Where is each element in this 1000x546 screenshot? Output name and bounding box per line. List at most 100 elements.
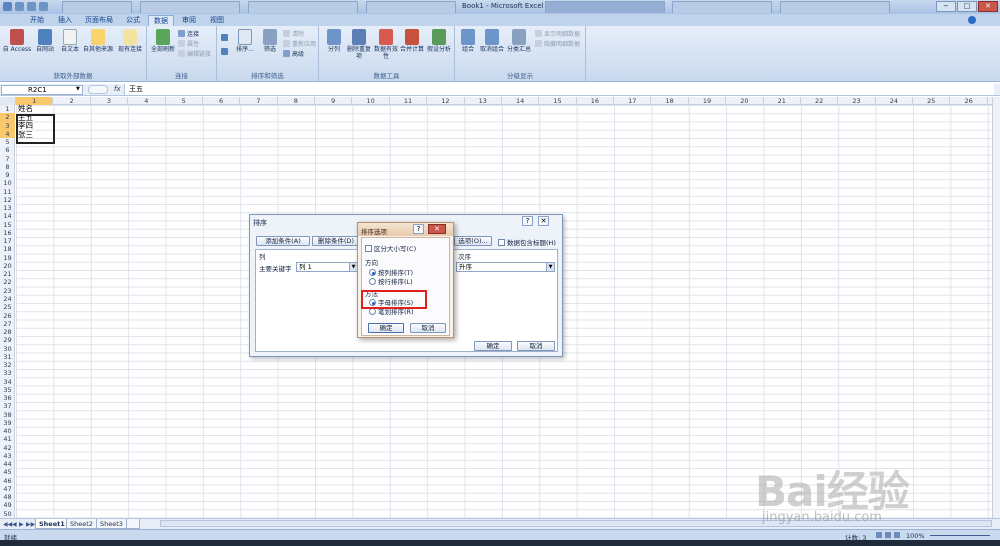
options-close-button[interactable]: ✕	[428, 224, 446, 234]
properties-button[interactable]: 属性	[178, 40, 199, 49]
row-header[interactable]: 13	[0, 204, 15, 212]
from-other-button[interactable]: 自其他来源	[83, 29, 113, 53]
row-header[interactable]: 7	[0, 155, 15, 163]
row-header[interactable]: 6	[0, 146, 15, 154]
row-header[interactable]: 40	[0, 427, 15, 435]
row-header[interactable]: 42	[0, 444, 15, 452]
options-ok-button[interactable]: 确定	[368, 323, 404, 333]
sort-close-button[interactable]: ✕	[538, 216, 549, 226]
undo-icon[interactable]	[27, 2, 36, 11]
row-header[interactable]: 49	[0, 501, 15, 509]
column-header[interactable]: 13	[465, 97, 502, 105]
row-header[interactable]: 26	[0, 312, 15, 320]
remove-duplicates-button[interactable]: 删除重复项	[346, 29, 372, 60]
formula-input[interactable]: 王五	[124, 84, 994, 95]
column-header[interactable]: 6	[203, 97, 241, 105]
row-header[interactable]: 25	[0, 303, 15, 311]
sort-za-button[interactable]	[221, 48, 230, 57]
data-validation-button[interactable]: 数据有效性	[373, 29, 399, 60]
row-header[interactable]: 45	[0, 468, 15, 476]
row-header[interactable]: 29	[0, 336, 15, 344]
taskbar-window-tab[interactable]	[545, 1, 665, 13]
row-header[interactable]: 47	[0, 485, 15, 493]
prev-sheet-button[interactable]: ◀	[12, 521, 17, 528]
row-header[interactable]: 44	[0, 460, 15, 468]
case-sensitive-checkbox[interactable]: 区分大小写(C)	[365, 243, 416, 253]
column-header[interactable]: 23	[838, 97, 876, 105]
taskbar-window-tab[interactable]	[366, 1, 456, 13]
row-header[interactable]: 23	[0, 287, 15, 295]
refresh-all-button[interactable]: 全部刷新	[150, 29, 176, 53]
row-header[interactable]: 33	[0, 369, 15, 377]
taskbar-window-tab[interactable]	[248, 1, 358, 13]
tab-view[interactable]: 视图	[204, 15, 230, 26]
sort-options-button[interactable]: 选项(O)...	[454, 236, 492, 246]
row-header[interactable]: 2	[0, 113, 15, 122]
from-text-button[interactable]: 自文本	[58, 29, 82, 53]
what-if-button[interactable]: 假设分析	[425, 29, 453, 53]
column-header[interactable]: 20	[726, 97, 764, 105]
row-header[interactable]: 12	[0, 196, 15, 204]
cell-r1c1[interactable]: 姓名	[16, 105, 33, 113]
row-header[interactable]: 9	[0, 171, 15, 179]
sort-by-row-radio[interactable]: 按行排序(L)	[369, 276, 413, 286]
close-button[interactable]: ✕	[978, 1, 998, 12]
reapply-button[interactable]: 重新应用	[283, 40, 316, 49]
tab-review[interactable]: 审阅	[176, 15, 202, 26]
insert-function-button[interactable]: fx	[114, 85, 121, 93]
column-header[interactable]: 22	[801, 97, 839, 105]
taskbar-window-tab[interactable]	[62, 1, 132, 13]
taskbar-window-tab[interactable]	[140, 1, 240, 13]
delete-level-button[interactable]: 删除条件(D)	[312, 236, 360, 246]
name-box-dropdown-icon[interactable]: ▼	[76, 86, 80, 92]
clear-filter-button[interactable]: 清除	[283, 30, 304, 39]
row-header[interactable]: 46	[0, 477, 15, 485]
sheet-tab-3[interactable]: Sheet3	[96, 519, 127, 529]
column-header[interactable]: 8	[278, 97, 316, 105]
formula-expand-button[interactable]	[88, 85, 108, 94]
row-header[interactable]: 1	[0, 105, 15, 113]
row-header[interactable]: 37	[0, 402, 15, 410]
row-header[interactable]: 43	[0, 452, 15, 460]
name-box[interactable]: R2C1	[1, 85, 83, 95]
row-header[interactable]: 15	[0, 221, 15, 229]
column-header[interactable]: 9	[315, 97, 353, 105]
sheet-tab-2[interactable]: Sheet2	[66, 519, 97, 529]
row-header[interactable]: 34	[0, 378, 15, 386]
row-header[interactable]: 41	[0, 435, 15, 443]
row-header[interactable]: 38	[0, 411, 15, 419]
row-header[interactable]: 18	[0, 245, 15, 253]
add-level-button[interactable]: 添加条件(A)	[256, 236, 310, 246]
sort-help-button[interactable]: ?	[522, 216, 533, 226]
consolidate-button[interactable]: 合并计算	[399, 29, 425, 53]
column-header[interactable]: 16	[577, 97, 615, 105]
column-header[interactable]: 7	[240, 97, 278, 105]
column-header[interactable]: 19	[689, 97, 727, 105]
row-header[interactable]: 14	[0, 212, 15, 220]
column-header[interactable]: 24	[876, 97, 914, 105]
sheet-tab-1[interactable]: Sheet1	[35, 519, 69, 529]
row-header[interactable]: 27	[0, 320, 15, 328]
maximize-button[interactable]: □	[957, 1, 977, 12]
row-header[interactable]: 17	[0, 237, 15, 245]
first-sheet-button[interactable]: ◀◀	[3, 521, 12, 528]
row-header[interactable]: 50	[0, 510, 15, 518]
row-header[interactable]: 28	[0, 328, 15, 336]
text-to-columns-button[interactable]: 分列	[323, 29, 345, 53]
column-header[interactable]: 21	[764, 97, 801, 105]
column-header[interactable]: 11	[390, 97, 428, 105]
column-header[interactable]: 12	[427, 97, 465, 105]
column-header[interactable]: 15	[539, 97, 577, 105]
column-header[interactable]: 3	[91, 97, 129, 105]
row-header[interactable]: 35	[0, 386, 15, 394]
zoom-slider[interactable]	[930, 535, 990, 536]
row-header[interactable]: 48	[0, 493, 15, 501]
row-header[interactable]: 8	[0, 163, 15, 171]
primary-key-select[interactable]: 列 1 ▼	[296, 262, 358, 272]
page-layout-view-icon[interactable]	[885, 532, 891, 538]
row-header[interactable]: 36	[0, 394, 15, 402]
insert-sheet-icon[interactable]	[126, 519, 140, 529]
normal-view-icon[interactable]	[876, 532, 882, 538]
order-select[interactable]: 升序 ▼	[456, 262, 555, 272]
column-header[interactable]: 14	[502, 97, 540, 105]
